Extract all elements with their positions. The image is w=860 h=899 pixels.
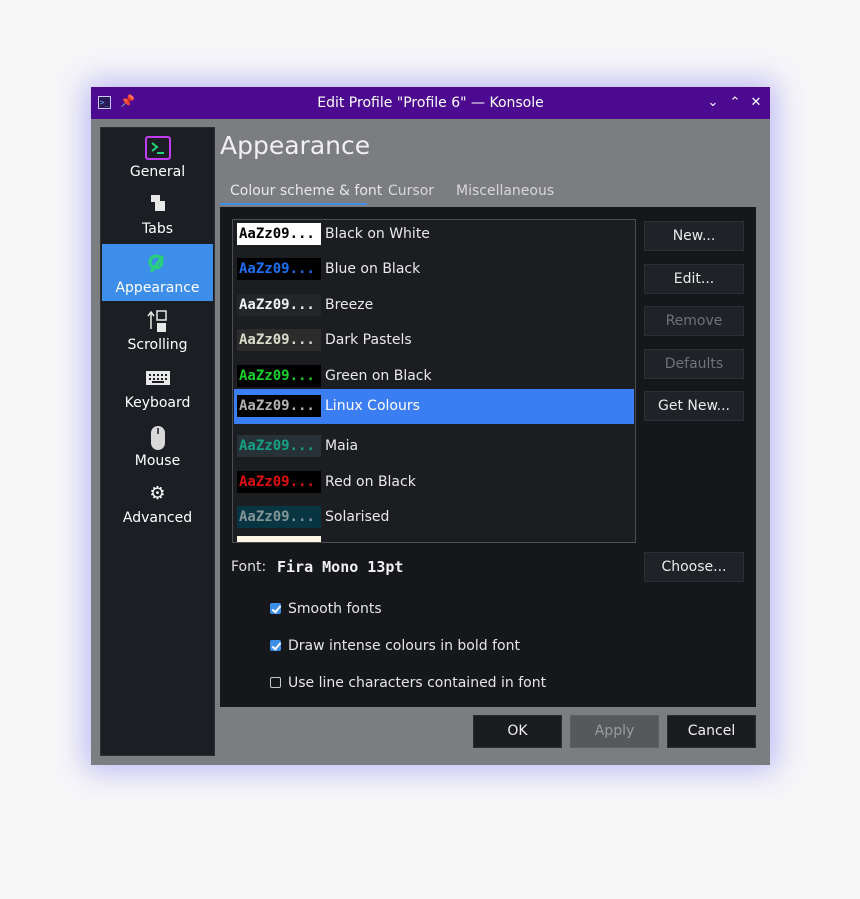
scheme-name: Dark Pastels (325, 332, 412, 348)
sidebar-item-label: Appearance (115, 280, 200, 296)
sidebar-item-scrolling[interactable]: Scrolling (102, 301, 213, 358)
checkbox-label: Smooth fonts (288, 601, 382, 617)
bold-intense-checkbox[interactable] (270, 640, 281, 651)
edit-profile-dialog: >_ 📌 Edit Profile "Profile 6" — Konsole … (91, 87, 770, 765)
scheme-name: Maia (325, 438, 359, 454)
terminal-icon (102, 136, 213, 160)
window-title: Edit Profile "Profile 6" — Konsole (317, 95, 544, 111)
colour-scheme-list[interactable]: AaZz09... Black on White AaZz09... Blue … (232, 219, 636, 543)
scheme-name: Green on Black (325, 368, 432, 384)
sidebar-item-label: Scrolling (127, 337, 188, 353)
sidebar-item-label: General (129, 164, 186, 180)
sidebar-item-label: Mouse (134, 453, 181, 469)
choose-font-button[interactable]: Choose... (644, 552, 744, 582)
sidebar: General Tabs Appearance Scrolling Keyboa… (100, 127, 215, 756)
colour-scheme-panel: AaZz09... Black on White AaZz09... Blue … (220, 207, 756, 707)
mouse-icon (102, 425, 213, 450)
scheme-preview: AaZz09... (237, 435, 321, 457)
tabs-icon (102, 193, 213, 217)
scheme-preview: AaZz09... (237, 471, 321, 493)
tab-colour-scheme-font[interactable]: Colour scheme & font (220, 177, 382, 205)
list-item[interactable]: AaZz09... Black on White (234, 220, 634, 255)
scheme-preview (237, 536, 321, 542)
palette-icon (102, 252, 213, 276)
scheme-preview: AaZz09... (237, 365, 321, 387)
scheme-preview: AaZz09... (237, 329, 321, 351)
scheme-name: Blue on Black (325, 261, 421, 277)
checkbox-label: Draw intense colours in bold font (288, 638, 520, 654)
sidebar-item-label: Keyboard (124, 395, 191, 411)
scheme-preview: AaZz09... (237, 506, 321, 528)
sidebar-item-mouse[interactable]: Mouse (102, 417, 213, 474)
defaults-button[interactable]: Defaults (644, 349, 744, 379)
checkbox-label: Use line characters contained in font (288, 675, 547, 691)
scheme-preview: AaZz09... (237, 294, 321, 316)
font-label: Font: (231, 559, 267, 575)
scheme-name: Red on Black (325, 474, 416, 490)
sidebar-item-keyboard[interactable]: Keyboard (102, 359, 213, 416)
title-bar[interactable]: >_ 📌 Edit Profile "Profile 6" — Konsole … (91, 87, 770, 119)
list-item-partial[interactable] (234, 533, 634, 542)
sidebar-item-tabs[interactable]: Tabs (102, 185, 213, 242)
sidebar-item-appearance[interactable]: Appearance (102, 244, 213, 301)
list-item-selected[interactable]: AaZz09... Linux Colours (234, 389, 634, 424)
list-item[interactable]: AaZz09... Breeze (234, 291, 634, 326)
page-title: Appearance (220, 131, 371, 160)
apply-button[interactable]: Apply (570, 715, 659, 748)
scheme-preview: AaZz09... (237, 395, 321, 417)
minimize-button[interactable]: ⌄ (705, 93, 721, 113)
list-item[interactable]: AaZz09... Maia (234, 432, 634, 467)
scheme-preview: AaZz09... (237, 223, 321, 245)
cancel-button[interactable]: Cancel (667, 715, 756, 748)
tab-miscellaneous[interactable]: Miscellaneous (456, 177, 554, 205)
list-item[interactable]: AaZz09... Red on Black (234, 468, 634, 503)
close-button[interactable]: ✕ (748, 93, 764, 113)
font-value: Fira Mono 13pt (277, 558, 404, 576)
gear-icon: ⚙ (149, 483, 166, 504)
maximize-button[interactable]: ⌃ (727, 93, 743, 113)
remove-scheme-button[interactable]: Remove (644, 306, 744, 336)
sidebar-item-label: Advanced (122, 510, 193, 526)
scheme-name: Solarised (325, 509, 390, 525)
ok-button[interactable]: OK (473, 715, 562, 748)
scheme-preview: AaZz09... (237, 258, 321, 280)
sidebar-item-general[interactable]: General (102, 128, 213, 185)
list-item[interactable]: AaZz09... Blue on Black (234, 255, 634, 290)
edit-scheme-button[interactable]: Edit... (644, 264, 744, 294)
smooth-fonts-checkbox[interactable] (270, 603, 281, 614)
scheme-name: Black on White (325, 226, 430, 242)
scroll-icon (102, 309, 213, 333)
line-characters-checkbox[interactable] (270, 677, 281, 688)
scheme-name: Breeze (325, 297, 374, 313)
scheme-name: Linux Colours (325, 398, 420, 414)
sidebar-item-advanced[interactable]: ⚙ Advanced (102, 474, 213, 531)
tab-cursor[interactable]: Cursor (388, 177, 434, 205)
new-scheme-button[interactable]: New... (644, 221, 744, 251)
keyboard-icon (102, 367, 213, 391)
sidebar-item-label: Tabs (142, 221, 173, 237)
list-item[interactable]: AaZz09... Dark Pastels (234, 326, 634, 361)
get-new-schemes-button[interactable]: Get New... (644, 391, 744, 421)
